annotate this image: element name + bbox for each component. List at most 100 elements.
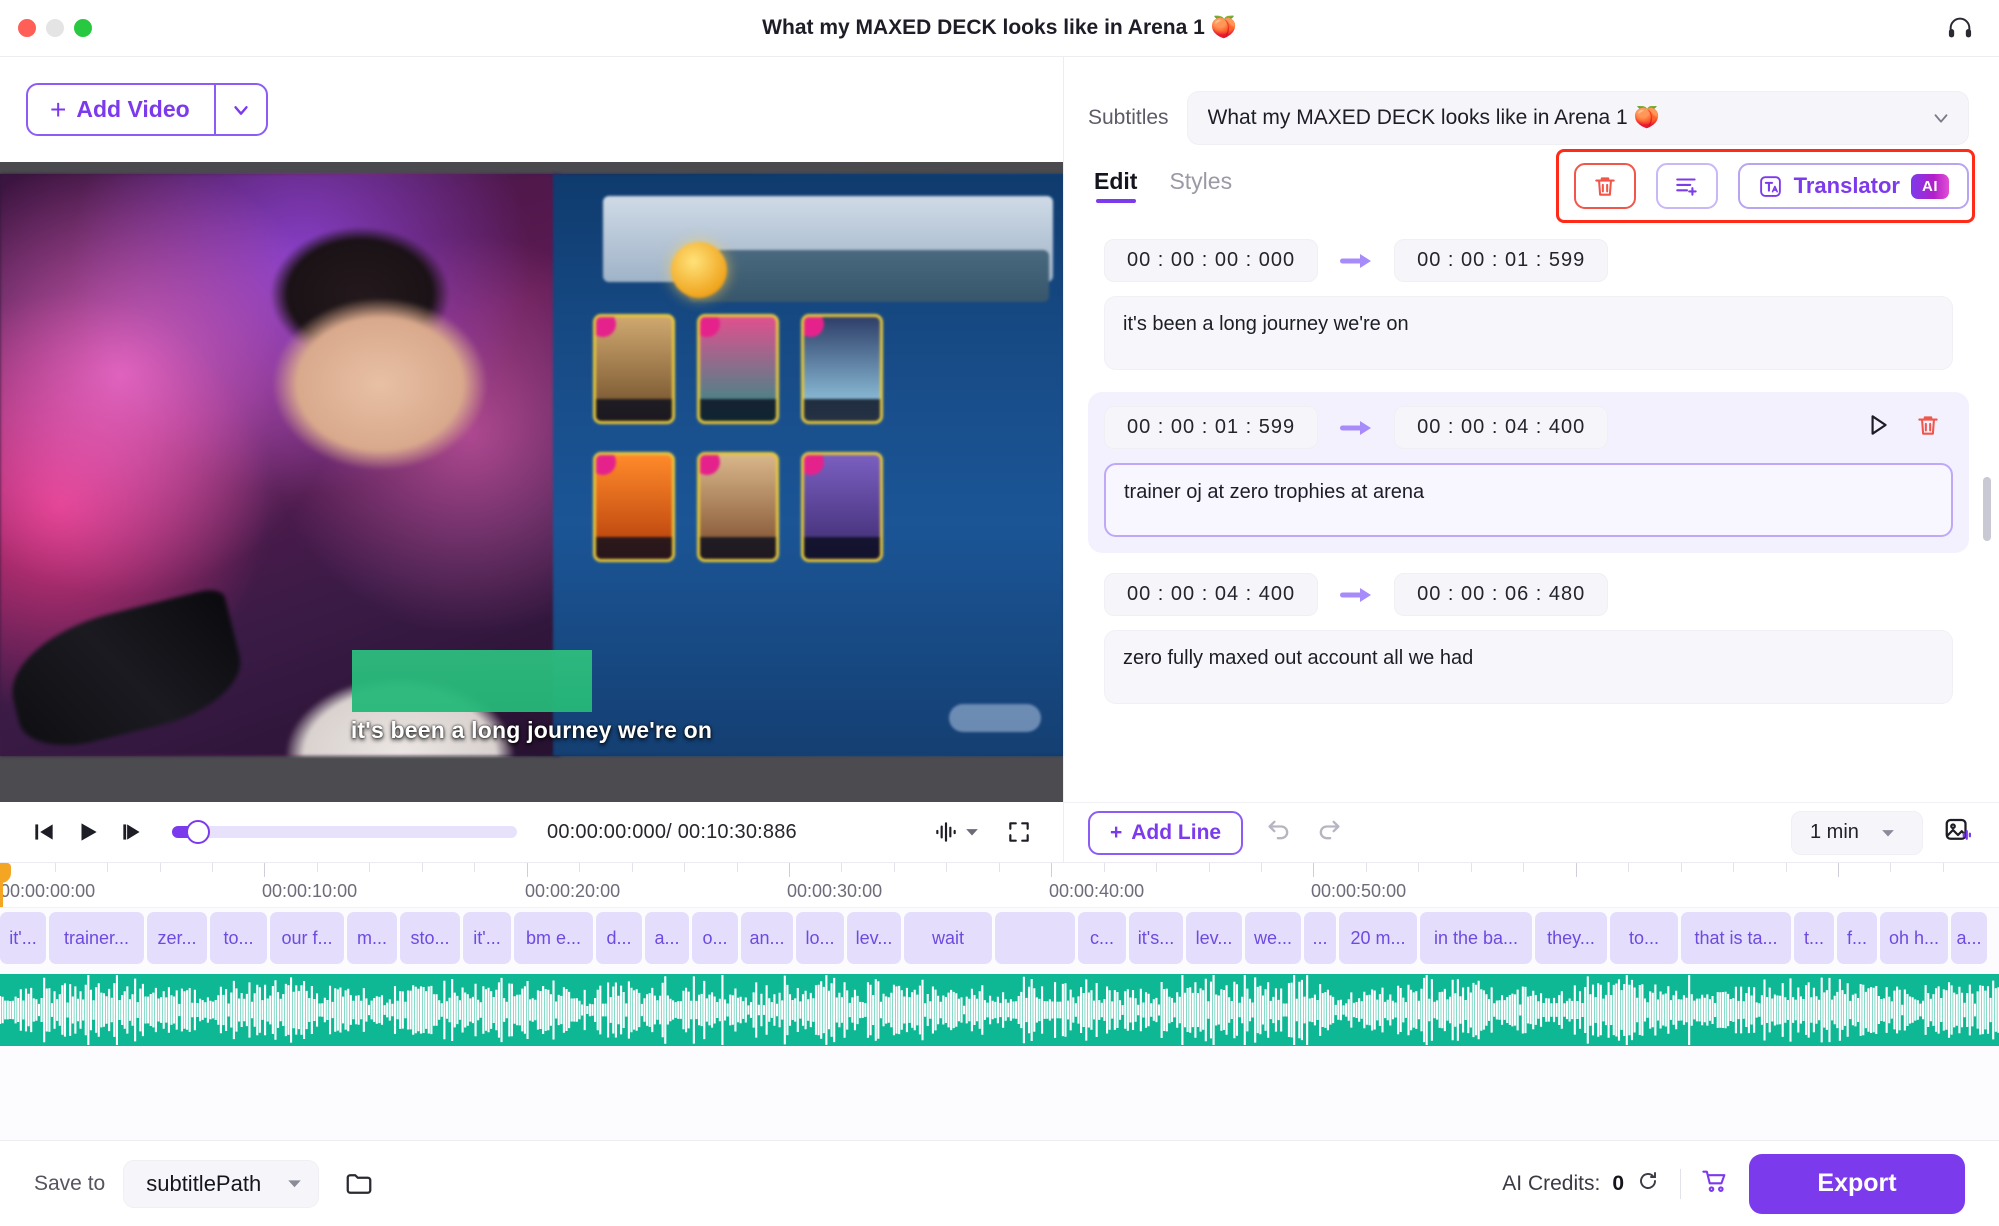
timeline-clip[interactable]: wait <box>904 912 992 964</box>
save-path-select[interactable]: subtitlePath <box>123 1159 320 1208</box>
add-video-button[interactable]: + Add Video <box>28 85 214 134</box>
timeline-clip[interactable]: sto... <box>400 912 460 964</box>
timeline-ruler[interactable]: 00:00:00:00 00:00:10:00 00:00:20:00 00:0… <box>0 862 1999 908</box>
add-video-dropdown-button[interactable] <box>213 85 266 134</box>
timeline-clip[interactable]: lev... <box>847 912 901 964</box>
timeline-clip[interactable]: bm e... <box>514 912 593 964</box>
refresh-icon[interactable] <box>1636 1169 1660 1199</box>
ruler-label: 00:00:30:00 <box>787 881 883 901</box>
timeline-clip[interactable]: a... <box>645 912 689 964</box>
timeline-clip[interactable]: to... <box>210 912 267 964</box>
timeline-clip[interactable]: in the ba... <box>1420 912 1532 964</box>
timeline-clip[interactable]: they... <box>1535 912 1607 964</box>
timeline-clip[interactable]: an... <box>741 912 793 964</box>
chevron-down-icon <box>233 105 248 115</box>
timeline-clip[interactable]: oh h... <box>1880 912 1948 964</box>
merge-lines-button[interactable] <box>1655 163 1718 209</box>
fullscreen-icon[interactable] <box>997 812 1041 852</box>
timeline-clip[interactable]: trainer... <box>49 912 144 964</box>
close-button[interactable] <box>18 19 36 37</box>
traffic-lights <box>0 19 92 37</box>
left-toolbar: + Add Video <box>0 57 1063 162</box>
end-time-input[interactable]: 00 : 00 : 04 : 400 <box>1394 406 1609 449</box>
timeline-clip-track[interactable]: it'... trainer... zer... to... our f... m... s… <box>0 908 1999 968</box>
subtitle-line-2[interactable]: 00 : 00 : 01 : 599 00 : 00 : 04 : 400 tr… <box>1088 392 1969 553</box>
timeline-clip[interactable]: we... <box>1245 912 1301 964</box>
timeline-clip[interactable]: ... <box>1304 912 1336 964</box>
subtitle-tabs-row: Edit Styles Translator AI <box>1064 145 1999 223</box>
timeline-zoom-select[interactable]: 1 min <box>1791 810 1923 855</box>
cart-icon[interactable] <box>1701 1167 1729 1200</box>
timeline-audio-track[interactable] <box>0 968 1999 1052</box>
time-readout: 00:00:00:000/ 00:10:30:886 <box>547 820 797 843</box>
subtitle-line-1[interactable]: 00 : 00 : 00 : 000 00 : 00 : 01 : 599 it… <box>1088 225 1969 386</box>
volume-control[interactable] <box>933 819 979 845</box>
timeline-clip[interactable]: it'... <box>463 912 511 964</box>
subtitle-text-input[interactable]: it's been a long journey we're on <box>1104 296 1953 370</box>
ai-credits-value: 0 <box>1612 1171 1624 1195</box>
timeline[interactable]: 00:00:00:00 00:00:10:00 00:00:20:00 00:0… <box>0 862 1999 1140</box>
add-video-group[interactable]: + Add Video <box>26 83 268 136</box>
subtitle-track-select[interactable]: What my MAXED DECK looks like in Arena 1… <box>1186 91 1969 145</box>
minimize-button[interactable] <box>46 19 64 37</box>
seek-handle[interactable] <box>186 820 210 844</box>
ai-badge: AI <box>1911 173 1949 199</box>
subtitle-time-row: 00 : 00 : 04 : 400 00 : 00 : 06 : 480 <box>1104 573 1953 616</box>
subtitle-text-input[interactable]: zero fully maxed out account all we had <box>1104 630 1953 704</box>
end-time-input[interactable]: 00 : 00 : 06 : 480 <box>1394 573 1609 616</box>
image-audio-toggle-icon[interactable] <box>1943 815 1973 850</box>
tab-edit[interactable]: Edit <box>1094 168 1137 205</box>
timeline-clip[interactable]: our f... <box>270 912 344 964</box>
play-icon[interactable] <box>66 812 110 852</box>
step-forward-icon[interactable] <box>110 812 154 852</box>
export-button[interactable]: Export <box>1749 1153 1965 1214</box>
subtitle-time-row: 00 : 00 : 00 : 000 00 : 00 : 01 : 599 <box>1104 239 1953 282</box>
delete-subtitles-button[interactable] <box>1573 163 1636 209</box>
timeline-clip[interactable]: a... <box>1951 912 1987 964</box>
timeline-clip[interactable]: to... <box>1610 912 1678 964</box>
zoom-button[interactable] <box>74 19 92 37</box>
timeline-clip[interactable]: lo... <box>796 912 844 964</box>
playhead[interactable] <box>0 863 11 907</box>
timeline-clip[interactable]: f... <box>1837 912 1877 964</box>
seek-slider[interactable] <box>172 820 517 844</box>
timeline-clip[interactable]: d... <box>596 912 642 964</box>
trash-icon[interactable] <box>1915 412 1941 443</box>
video-preview[interactable]: it's been a long journey we're on <box>0 162 1063 802</box>
end-time-input[interactable]: 00 : 00 : 01 : 599 <box>1394 239 1609 282</box>
step-backward-icon[interactable] <box>22 812 66 852</box>
add-line-button[interactable]: + Add Line <box>1088 810 1244 855</box>
timeline-clip[interactable]: lev... <box>1186 912 1242 964</box>
subtitles-header: Subtitles What my MAXED DECK looks like … <box>1064 57 1999 145</box>
subtitle-line-3[interactable]: 00 : 00 : 04 : 400 00 : 00 : 06 : 480 ze… <box>1088 559 1969 720</box>
start-time-input[interactable]: 00 : 00 : 01 : 599 <box>1104 406 1319 449</box>
folder-icon[interactable] <box>337 1162 381 1206</box>
game-card <box>593 452 675 562</box>
start-time-input[interactable]: 00 : 00 : 04 : 400 <box>1104 573 1319 616</box>
subtitle-text-input[interactable]: trainer oj at zero trophies at arena <box>1104 463 1953 537</box>
timeline-clip[interactable] <box>995 912 1075 964</box>
start-time-input[interactable]: 00 : 00 : 00 : 000 <box>1104 239 1319 282</box>
timeline-clip[interactable]: 20 m... <box>1339 912 1417 964</box>
plus-icon: + <box>1110 820 1123 844</box>
timeline-clip[interactable]: m... <box>347 912 397 964</box>
tab-styles[interactable]: Styles <box>1169 168 1232 205</box>
timeline-clip[interactable]: it's... <box>1129 912 1183 964</box>
timeline-clip[interactable]: c... <box>1078 912 1126 964</box>
undo-icon[interactable] <box>1265 816 1293 849</box>
translator-button[interactable]: Translator AI <box>1737 163 1969 209</box>
playhead-handle[interactable] <box>0 863 11 883</box>
caret-down-icon <box>1882 829 1894 836</box>
timeline-clip[interactable]: that is ta... <box>1681 912 1791 964</box>
play-icon[interactable] <box>1865 412 1891 443</box>
subtitle-list[interactable]: 00 : 00 : 00 : 000 00 : 00 : 01 : 599 it… <box>1064 209 1999 802</box>
headset-icon[interactable] <box>1943 11 1977 45</box>
timeline-clip[interactable]: zer... <box>147 912 207 964</box>
timeline-clip[interactable]: t... <box>1794 912 1834 964</box>
redo-icon[interactable] <box>1315 816 1343 849</box>
subtitle-list-scrollbar[interactable] <box>1983 477 1991 541</box>
timeline-clip[interactable]: o... <box>692 912 738 964</box>
arrow-right-icon <box>1318 251 1394 271</box>
timeline-clip[interactable]: it'... <box>0 912 46 964</box>
ruler-label: 00:00:40:00 <box>1049 881 1145 901</box>
